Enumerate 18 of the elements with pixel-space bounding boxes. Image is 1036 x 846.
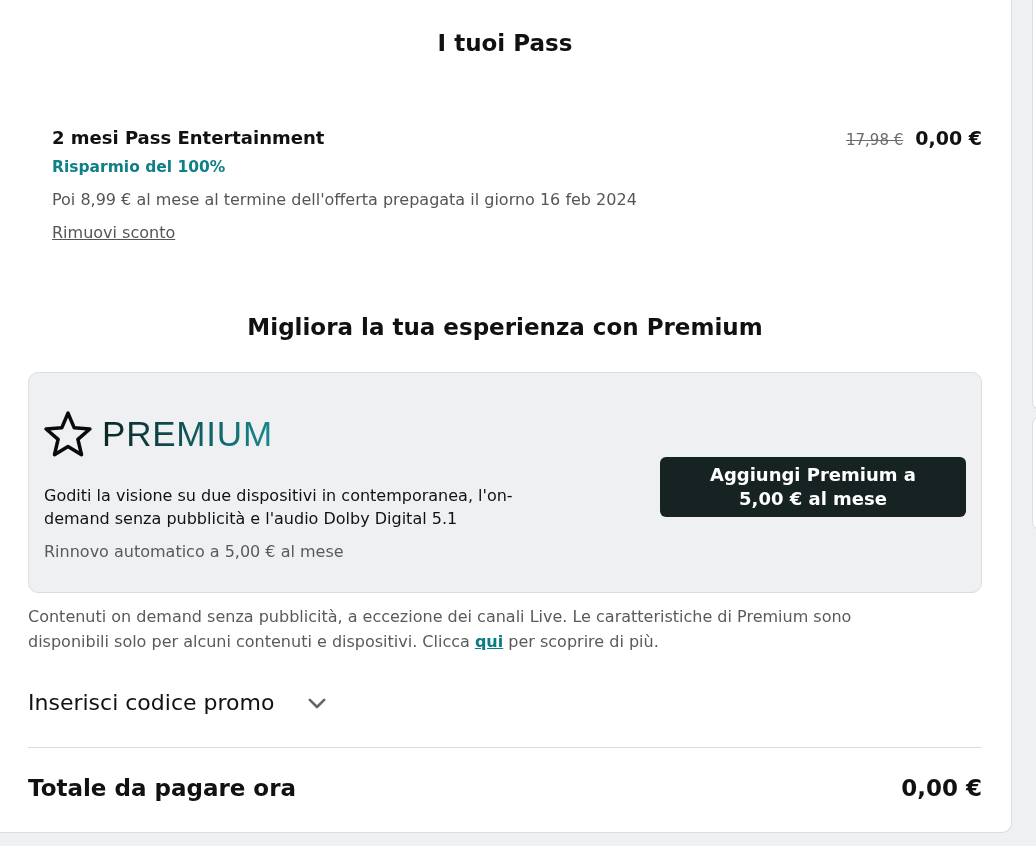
pass-name: 2 mesi Pass Entertainment — [52, 126, 325, 150]
savings-text: Risparmio del 100% — [52, 157, 226, 178]
remove-discount-link[interactable]: Rimuovi sconto — [52, 222, 176, 244]
section-heading: Migliora la tua esperienza con Premium — [246, 313, 764, 342]
chevron-down-icon — [308, 697, 327, 709]
page-title: I tuoi Pass — [436, 29, 574, 58]
renewal-text: Rinnovo automatico a 5,00 € al mese — [44, 541, 344, 563]
renewal-note: Poi 8,99 € al mese al termine dell'offerta prepagata il giorno 16 feb 2024 — [52, 189, 637, 211]
original-price: 17,98 € — [846, 130, 904, 151]
more-info-link[interactable]: qui — [474, 632, 504, 651]
star-icon — [44, 411, 92, 457]
disclaimer-text: Contenuti on demand senza pubblicità, a eccezione dei canali Live. Le caratteristiche di Premium sono disponibili solo per alcuni contenuti e dispositivi. Clicca qui per scoprire di più. — [28, 606, 853, 653]
total-label: Totale da pagare ora — [28, 774, 296, 803]
promo-code-toggle[interactable]: Inserisci codice promo — [28, 689, 327, 717]
premium-description: Goditi la visione su due dispositivi in contemporanea, l'on-demand senza pubblicità e l'audio Dolby Digital 5.1 — [44, 485, 514, 530]
total-amount: 0,00 € — [901, 774, 982, 803]
add-premium-button[interactable]: Aggiungi Premium a 5,00 € al mese — [660, 456, 966, 517]
pass-price: 0,00 € — [915, 126, 982, 150]
